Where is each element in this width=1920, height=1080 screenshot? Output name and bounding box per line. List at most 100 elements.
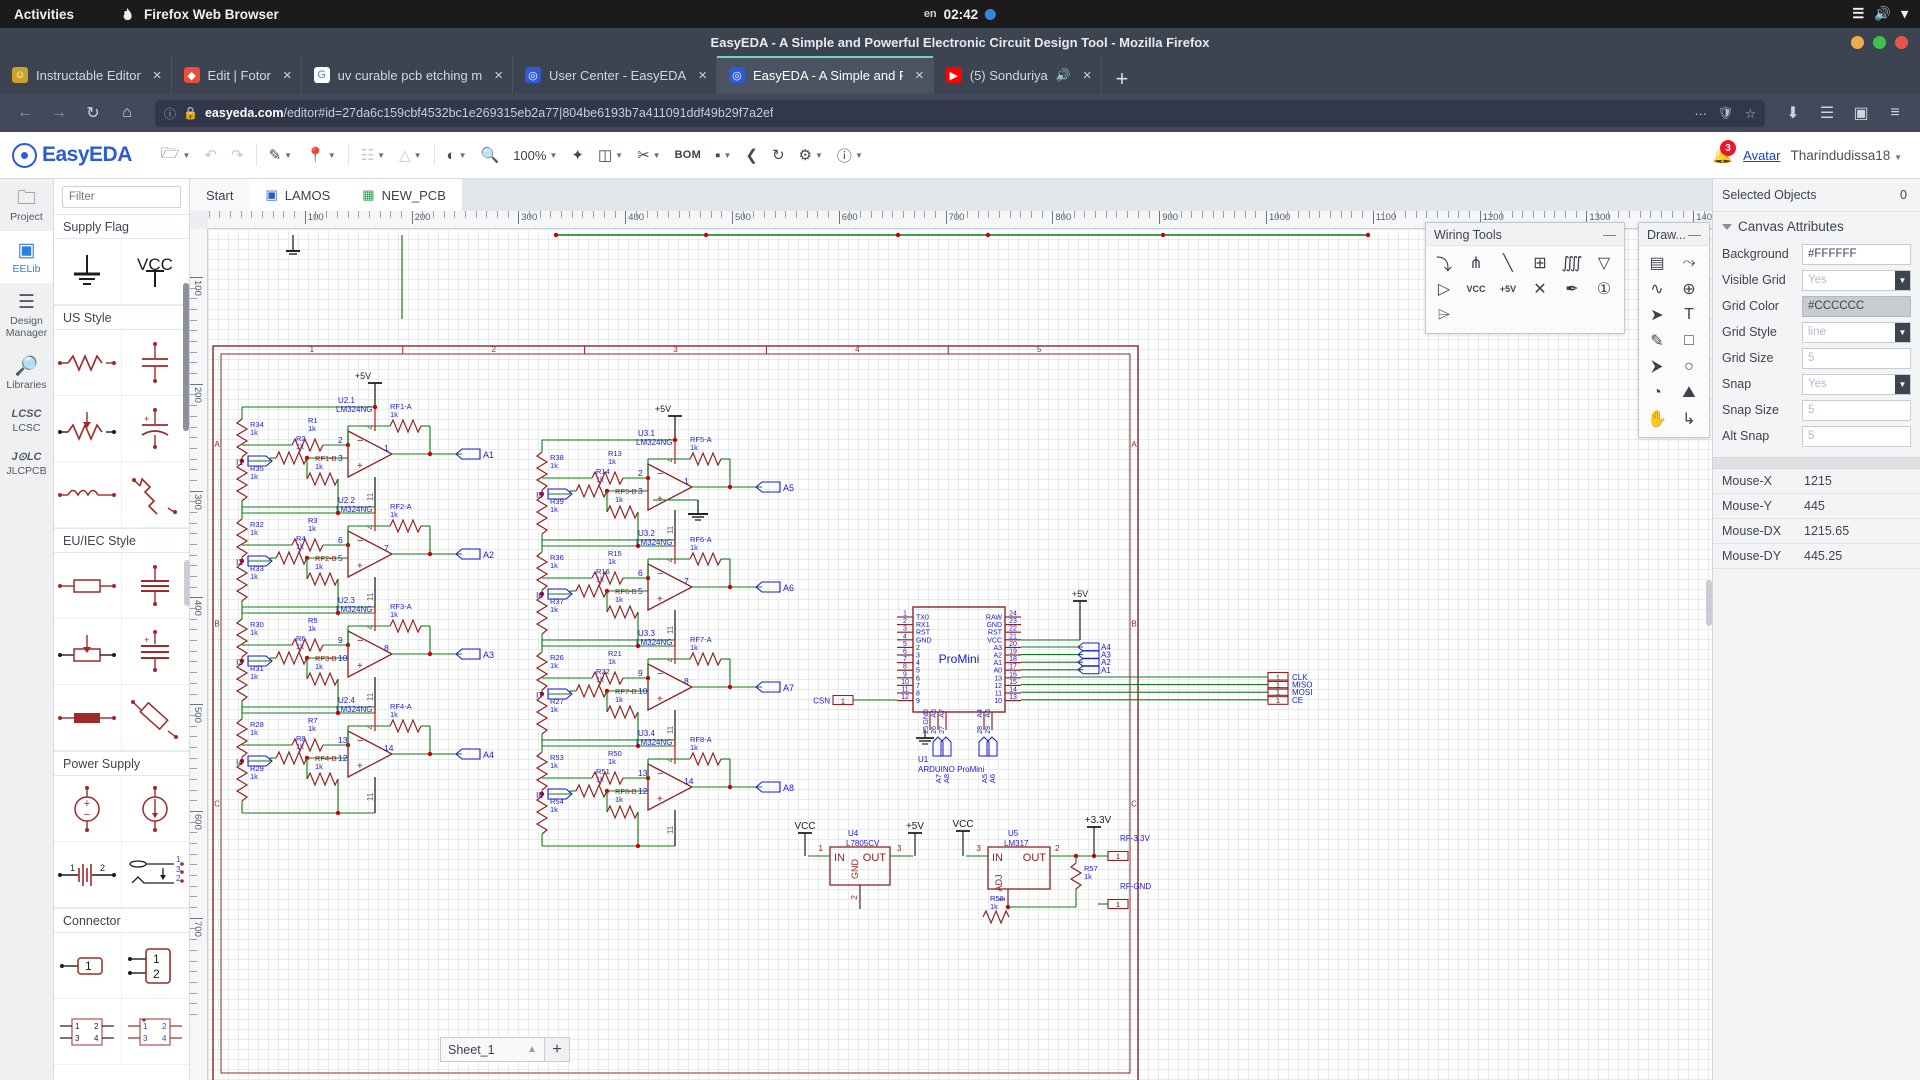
- path-icon[interactable]: ↳: [1675, 407, 1703, 431]
- downloads-icon[interactable]: ⬇: [1778, 99, 1808, 127]
- tab-close-icon[interactable]: ×: [1083, 67, 1092, 84]
- pie-icon[interactable]: ◔: [1643, 381, 1671, 405]
- tab-close-icon[interactable]: ×: [915, 67, 924, 84]
- share-button[interactable]: ❮: [738, 140, 765, 170]
- regulator-block-U5[interactable]: IN OUTADJU5LM3173 2VCC +3.3VR571k1R581k1RF-…: [952, 815, 1151, 925]
- panel-tool-button[interactable]: ◫ ▼: [591, 140, 630, 170]
- pencil-icon[interactable]: ✎: [1643, 329, 1671, 353]
- mirror-tool-button[interactable]: △ ▼: [392, 140, 428, 170]
- bookmark-star-icon[interactable]: ☆: [1745, 106, 1756, 121]
- rail-item-design-manager[interactable]: ☰ Design Manager: [0, 283, 53, 347]
- library-scrollbar[interactable]: [183, 283, 189, 431]
- mcu-block-promini[interactable]: ProMini1TX02RX13RST4GND52637485961071181…: [813, 589, 1312, 783]
- document-tab-start[interactable]: Start: [190, 179, 250, 211]
- arrow-icon[interactable]: ➤: [1643, 303, 1671, 327]
- rail-item-eelib[interactable]: ▣ EELib: [0, 231, 53, 284]
- url-bar[interactable]: ⓘ 🔒 easyeda.com/editor#id=27da6c159cbf45…: [155, 99, 1765, 127]
- gnome-system-menu[interactable]: ☰ 🔊 ▾: [1852, 6, 1908, 22]
- pin-number-icon[interactable]: ①: [1590, 277, 1618, 301]
- forward-button[interactable]: →: [44, 99, 74, 127]
- tab-close-icon[interactable]: ×: [153, 67, 162, 84]
- ground-icon[interactable]: ⨌: [1558, 251, 1586, 275]
- tools-button[interactable]: ✂ ▼: [630, 140, 668, 170]
- library-item-capacitor-eu[interactable]: [121, 553, 189, 619]
- opamp-block-U3.2[interactable]: R361kR371kR151kR161kI6 RF6-B1k−+657U3.2LM…: [535, 529, 794, 649]
- document-tab-new_pcb[interactable]: ▦ NEW_PCB: [346, 179, 462, 211]
- more-icon[interactable]: ⋯: [1694, 106, 1707, 121]
- library-item-resistor-filled-eu[interactable]: [54, 685, 122, 751]
- user-name-menu[interactable]: Tharindudissa18 ▼: [1790, 148, 1902, 163]
- library-item-resistor-diagonal-us[interactable]: [121, 462, 189, 528]
- zoom-tool-button[interactable]: 🔍: [474, 140, 507, 170]
- rail-item-libraries[interactable]: 🔎 Libraries: [0, 347, 53, 399]
- redo-button[interactable]: ↷: [224, 140, 251, 170]
- library-item-resistor-eu[interactable]: [54, 553, 122, 619]
- bus-icon[interactable]: ⋔: [1462, 251, 1490, 275]
- canvas-attributes-header[interactable]: Canvas Attributes: [1713, 212, 1920, 241]
- right-panel-splitter[interactable]: [1706, 580, 1712, 626]
- maximize-button[interactable]: [1873, 35, 1886, 49]
- window-controls[interactable]: [1851, 35, 1908, 49]
- library-item-resistor-diagonal-eu[interactable]: [121, 685, 189, 751]
- zoom-level-button[interactable]: 100% ▼: [506, 140, 564, 170]
- vcc-icon[interactable]: VCC: [1462, 277, 1490, 301]
- property-select[interactable]: Yes ▼: [1802, 269, 1911, 291]
- select-tool-button[interactable]: ✦: [564, 140, 591, 170]
- polyline-icon[interactable]: ⤳: [1675, 251, 1703, 275]
- draw-tools-header[interactable]: Draw... —: [1639, 223, 1709, 246]
- arc-icon[interactable]: ∿: [1643, 277, 1671, 301]
- no-connect-icon[interactable]: ✕: [1526, 277, 1554, 301]
- library-item-potentiometer-eu[interactable]: [54, 619, 122, 685]
- undo-button[interactable]: ↶: [197, 140, 224, 170]
- property-value-input[interactable]: #FFFFFF: [1802, 243, 1911, 265]
- gnome-app-menu[interactable]: Firefox Web Browser: [120, 7, 279, 22]
- property-value-input[interactable]: 5: [1802, 347, 1911, 369]
- minimize-icon[interactable]: —: [1688, 227, 1701, 242]
- file-menu-button[interactable]: 🗁 ▼: [154, 140, 198, 170]
- opamp-block-U3.4[interactable]: R531kR541kR501kR511kI8 RF8-B1k−+131214U3.…: [535, 729, 794, 849]
- opamp-block-U2.3[interactable]: R301kR311kR51kR61kI3 RF3-B1k−+9108U2.3LM3…: [235, 596, 494, 716]
- rail-item-project[interactable]: 🗀 Project: [0, 179, 53, 231]
- image-icon[interactable]: ⛰: [1675, 381, 1703, 405]
- sheet-dropdown[interactable]: Sheet_1 ▲: [440, 1037, 545, 1062]
- history-button[interactable]: ↻: [765, 140, 792, 170]
- library-item-polarized-cap-us[interactable]: +: [121, 396, 189, 462]
- minimize-icon[interactable]: —: [1603, 227, 1616, 242]
- wiring-tools-header[interactable]: Wiring Tools —: [1426, 223, 1624, 246]
- settings-button[interactable]: ⚙ ▼: [792, 140, 830, 170]
- back-button[interactable]: ←: [10, 99, 40, 127]
- reload-button[interactable]: ↻: [78, 99, 108, 127]
- gnome-clock[interactable]: en 02:42: [924, 7, 997, 22]
- property-select[interactable]: line ▼: [1802, 321, 1911, 343]
- library-item-ground-symbol[interactable]: [54, 239, 122, 305]
- home-button[interactable]: ⌂: [112, 99, 142, 127]
- netgroup-icon[interactable]: ⌲: [1430, 303, 1458, 327]
- regulator-block-U4[interactable]: IN OUTGND U4L7805CV 1 3 2 VCC +5V: [794, 821, 924, 909]
- browser-tab-4[interactable]: ◎ EasyEDA - A Simple and P ×: [716, 56, 934, 94]
- canvas-icon[interactable]: ▤: [1643, 251, 1671, 275]
- theme-tool-button[interactable]: ◐ ▼: [440, 140, 474, 170]
- vcc-flag-icon[interactable]: ▽: [1590, 251, 1618, 275]
- help-button[interactable]: ⓘ ▼: [830, 140, 870, 170]
- pin-icon[interactable]: ✒: [1558, 277, 1586, 301]
- library-item-capacitor-us[interactable]: [121, 330, 189, 396]
- property-value-input[interactable]: 5: [1802, 399, 1911, 421]
- bus-entry-icon[interactable]: ╲: [1494, 251, 1522, 275]
- new-tab-button[interactable]: +: [1102, 68, 1143, 94]
- edit-tool-button[interactable]: ✎ ▼: [262, 140, 300, 170]
- library-item-header-2pin[interactable]: 12: [121, 933, 189, 999]
- library-item-header-4pin-alt[interactable]: 1 2 3 4: [121, 999, 189, 1065]
- text-icon[interactable]: T: [1675, 303, 1703, 327]
- color-tool-button[interactable]: ▪ ▼: [708, 140, 738, 170]
- opamp-block-U2.4[interactable]: R281kR291kR71kR81kI4 RF4-B1k−+131214U2.4L…: [235, 696, 494, 816]
- library-item-header-1pin[interactable]: 1: [54, 933, 122, 999]
- menu-icon[interactable]: ≡: [1880, 99, 1910, 127]
- property-value-input[interactable]: #CCCCCC: [1802, 295, 1911, 317]
- library-item-vcc-symbol[interactable]: VCC: [121, 239, 189, 305]
- circle-arc-icon[interactable]: ⊕: [1675, 277, 1703, 301]
- browser-tab-0[interactable]: ☺ Instructable Editor ×: [0, 56, 172, 94]
- opamp-block-U3.3[interactable]: R261kR271kR211kR221kI7 RF7-B1k−+9108U3.3L…: [535, 629, 794, 749]
- rail-item-lcsc[interactable]: LCSC LCSC: [0, 399, 53, 442]
- library-item-potentiometer-us[interactable]: [54, 396, 122, 462]
- opamp-block-U3.1[interactable]: R381kR391kR131kR141kI5RF5-B1k−+231U3.1LM…: [535, 404, 794, 549]
